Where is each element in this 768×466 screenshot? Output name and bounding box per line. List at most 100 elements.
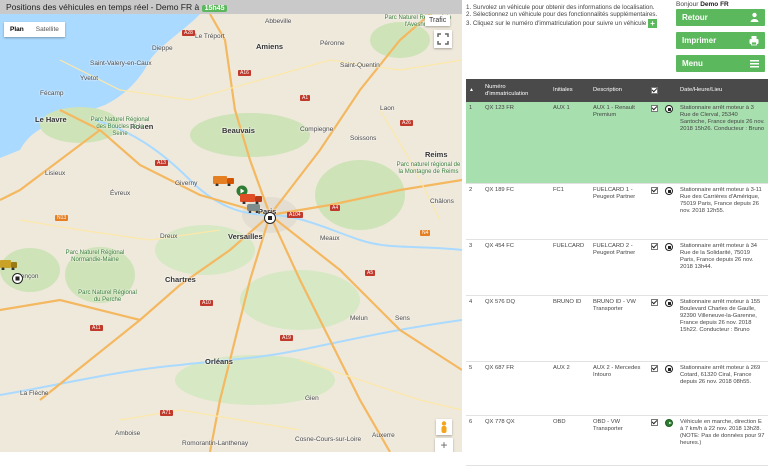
- place-saintvalery: Saint-Valery-en-Caux: [90, 60, 152, 67]
- row-description: FUELCARD 2 - Peugeot Partner: [593, 243, 636, 256]
- row-description: BRUNO ID - VW Transporter: [593, 299, 636, 312]
- instruction-3: 3. Cliquez sur le numéro d'immatriculati…: [466, 18, 662, 28]
- trafic-button[interactable]: Trafic: [425, 15, 451, 26]
- table-row[interactable]: 4 QX 576 DQ BRUNO ID BRUNO ID - VW Transpor…: [466, 296, 768, 362]
- vehicle-marker[interactable]: [264, 212, 276, 226]
- row-description: OBD - VW Transporter: [593, 419, 623, 432]
- header-plate[interactable]: Numéro d'immatriculation: [482, 79, 550, 102]
- place-versailles: Versailles: [228, 232, 263, 241]
- row-checkbox[interactable]: [651, 299, 658, 306]
- route-shield: A1: [300, 95, 311, 101]
- place-laon: Laon: [380, 105, 395, 112]
- map-type-plan[interactable]: Plan: [4, 22, 30, 37]
- park-perche: Parc Naturel Régional du Perche: [78, 290, 137, 303]
- row-checkbox[interactable]: [651, 187, 658, 194]
- row-checkbox[interactable]: [651, 419, 658, 426]
- row-checkbox[interactable]: [651, 105, 658, 112]
- header-description[interactable]: Description: [590, 79, 648, 102]
- map-pane[interactable]: Positions des véhicules en temps réel - …: [0, 0, 462, 452]
- menu-button[interactable]: Menu: [676, 55, 765, 72]
- street-view-button[interactable]: [436, 419, 452, 435]
- van-icon: [247, 204, 260, 214]
- row-plate[interactable]: QX 778 QX: [482, 416, 550, 465]
- place-compiegne: Compiegne: [300, 126, 334, 133]
- row-plate[interactable]: QX 454 FC: [482, 240, 550, 295]
- row-plate[interactable]: QX 687 FR: [482, 362, 550, 415]
- plus-icon[interactable]: +: [648, 18, 658, 28]
- row-checkbox[interactable]: [651, 365, 658, 372]
- zoom-in-button[interactable]: +: [435, 438, 453, 452]
- header-state: [662, 79, 677, 102]
- place-evreux: Évreux: [110, 190, 131, 197]
- route-shield: A4: [330, 205, 341, 211]
- park-boucles: Parc Naturel Régional des Boucles de la …: [90, 117, 150, 137]
- retour-label: Retour: [682, 13, 708, 22]
- place-dieppe: Dieppe: [152, 45, 173, 52]
- park-montagne: Parc naturel régional de la Montagne de …: [396, 162, 461, 175]
- route-shield: A13: [155, 160, 168, 166]
- stopped-icon: [665, 243, 673, 251]
- fullscreen-button[interactable]: [434, 30, 452, 48]
- row-initials: FC1: [553, 187, 564, 193]
- place-dreux: Dreux: [160, 233, 178, 240]
- place-gien: Gien: [305, 395, 319, 402]
- truck-icon: [213, 176, 234, 187]
- row-select-cell: [648, 102, 662, 183]
- place-sens: Sens: [395, 315, 410, 322]
- place-reims: Reims: [425, 150, 448, 159]
- table-header: ▲ Numéro d'immatriculation Initiales Des…: [466, 79, 768, 102]
- row-number: 4: [469, 299, 473, 305]
- hamburger-icon: [750, 55, 759, 78]
- vehicle-marker[interactable]: [0, 258, 18, 272]
- table-row[interactable]: 1 QX 123 FR AUX 1 AUX 1 - Renault Premium St…: [466, 102, 768, 184]
- route-shield: A71: [160, 410, 173, 416]
- printer-icon: [749, 32, 759, 55]
- place-peronne: Péronne: [320, 40, 345, 47]
- route-shield: A19: [280, 335, 293, 341]
- row-select-cell: [648, 296, 662, 361]
- row-plate[interactable]: QX 123 FR: [482, 102, 550, 183]
- retour-button[interactable]: Retour: [676, 9, 765, 26]
- table-row[interactable]: 6 QX 778 QX OBD OBD - VW Transporter Véhicul…: [466, 416, 768, 466]
- place-yvetot: Yvetot: [80, 75, 99, 82]
- place-amiens: Amiens: [256, 42, 284, 51]
- row-status: Stationnaire arrêt moteur à 269 Cotard, …: [680, 365, 761, 385]
- row-number: 1: [469, 105, 473, 111]
- row-number: 2: [469, 187, 473, 193]
- select-all-checkbox[interactable]: [651, 87, 658, 94]
- route-shield: A26: [400, 120, 413, 126]
- map-title: Positions des véhicules en temps réel - …: [6, 2, 200, 12]
- row-checkbox[interactable]: [651, 243, 658, 250]
- vehicle-marker[interactable]: [213, 174, 235, 188]
- table-row[interactable]: 2 QX 189 FC FC1 FUELCARD 1 - Peugeot Partne…: [466, 184, 768, 240]
- row-initials: FUELCARD: [553, 243, 585, 249]
- park-normandie: Parc Naturel Régional Normandie-Maine: [65, 250, 125, 263]
- instruction-2: 2. Sélectionnez un véhicule pour des fon…: [466, 11, 658, 19]
- place-chartres: Chartres: [165, 275, 196, 284]
- row-status: Stationnaire arrêt moteur à 34 Rue de la…: [680, 243, 758, 270]
- row-state-cell: [662, 240, 677, 295]
- header-select-all[interactable]: [648, 79, 662, 102]
- map-type-satellite[interactable]: Satellite: [29, 22, 65, 37]
- table-row[interactable]: 3 QX 454 FC FUELCARD FUELCARD 2 - Peugeot P…: [466, 240, 768, 296]
- header-initials[interactable]: Initiales: [550, 79, 590, 102]
- route-shield: N13: [55, 215, 69, 221]
- row-plate[interactable]: QX 189 FC: [482, 184, 550, 239]
- row-initials: OBD: [553, 419, 566, 425]
- header-sort[interactable]: ▲: [466, 79, 482, 102]
- row-initials: AUX 1: [553, 105, 570, 111]
- row-state-cell: [662, 362, 677, 415]
- imprimer-button[interactable]: Imprimer: [676, 32, 765, 49]
- header-status[interactable]: Date/Heure/Lieu: [677, 79, 768, 102]
- row-select-cell: [648, 184, 662, 239]
- row-status: Stationnaire arrêt moteur à 3-11 Rue des…: [680, 187, 762, 214]
- place-le-havre: Le Havre: [35, 115, 67, 124]
- table-row[interactable]: 5 QX 687 FR AUX 2 AUX 2 - Mercedes Intouro S…: [466, 362, 768, 416]
- imprimer-label: Imprimer: [682, 36, 717, 45]
- vehicle-marker[interactable]: [247, 203, 261, 215]
- row-plate[interactable]: QX 576 DQ: [482, 296, 550, 361]
- map-background[interactable]: [0, 0, 462, 452]
- place-abbeville: Abbeville: [265, 18, 292, 25]
- row-state-cell: [662, 102, 677, 183]
- vehicle-marker[interactable]: [12, 273, 23, 286]
